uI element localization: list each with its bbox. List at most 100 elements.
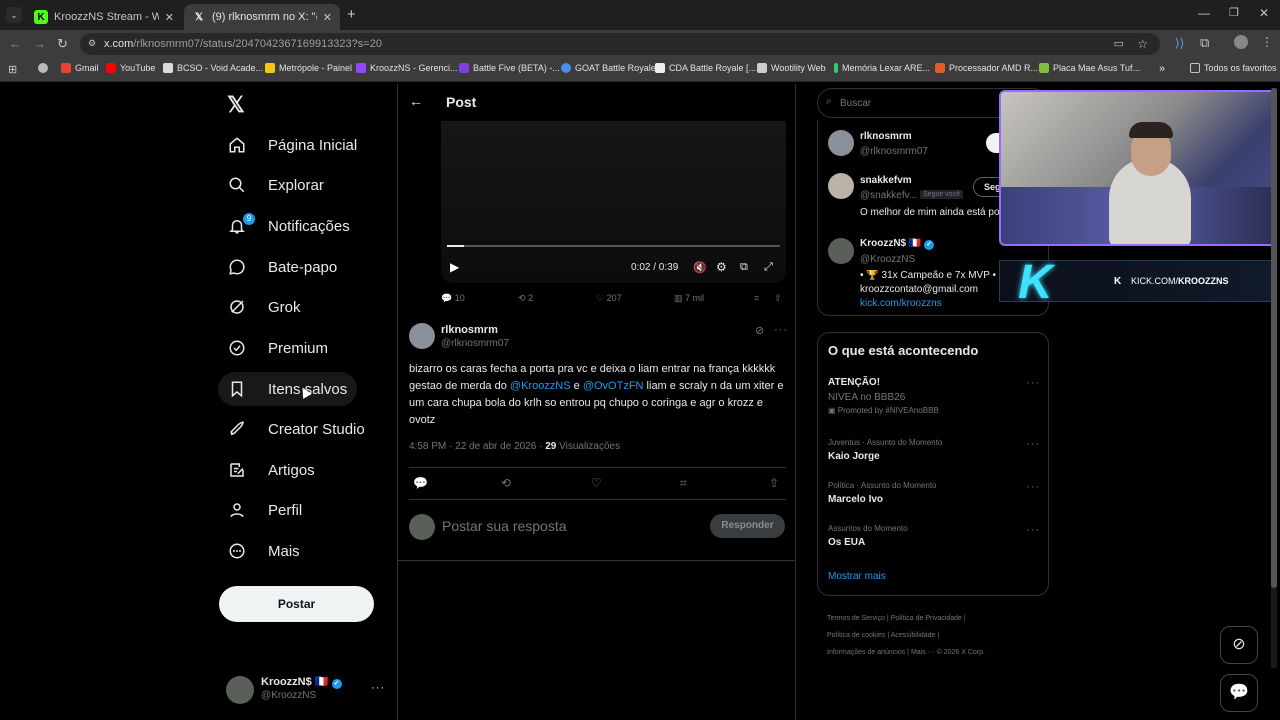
bookmark-icon[interactable]: ⌗ bbox=[680, 476, 687, 491]
nav-chat[interactable]: Bate-papo bbox=[218, 250, 347, 284]
scrollbar[interactable] bbox=[1271, 88, 1277, 668]
messages-floating-button[interactable]: 💬 bbox=[1220, 674, 1258, 712]
mention-link[interactable]: @OvOTzFN bbox=[583, 380, 644, 392]
footer-link[interactable]: Termos de Serviço bbox=[827, 615, 885, 622]
tab-x-post[interactable]: 𝕏 (9) rlknosmrm no X: "@snakkefv ✕ bbox=[184, 4, 340, 30]
bookmark-kroozzns[interactable]: KroozzNS - Gerenci... bbox=[356, 63, 458, 73]
bookmark-wootility[interactable]: Wootility Web bbox=[757, 63, 826, 73]
extension-icon[interactable]: ⟩⟩ bbox=[1175, 36, 1184, 50]
chrome-icon[interactable] bbox=[38, 63, 52, 73]
nav-bookmarks[interactable]: Itens salvos bbox=[218, 372, 358, 406]
fullscreen-icon[interactable]: ⤢ bbox=[764, 261, 773, 274]
avatar[interactable] bbox=[828, 130, 854, 156]
trend-more-icon[interactable]: ··· bbox=[1026, 377, 1040, 389]
extensions-puzzle-icon[interactable]: ⧉ bbox=[1200, 35, 1209, 51]
more-bookmarks-icon[interactable]: » bbox=[1159, 63, 1165, 75]
trend-more-icon[interactable]: ··· bbox=[1026, 438, 1040, 450]
cast-icon[interactable]: ▭ bbox=[1114, 37, 1124, 50]
more-options-icon[interactable]: ··· bbox=[774, 324, 788, 336]
profile-avatar-icon[interactable] bbox=[1234, 35, 1248, 49]
bookmark-youtube[interactable]: YouTube bbox=[106, 63, 155, 73]
close-tab-icon[interactable]: ✕ bbox=[165, 11, 174, 24]
tab-search-icon[interactable]: ⌄ bbox=[6, 7, 22, 23]
reply-icon[interactable]: 💬 bbox=[413, 476, 428, 490]
bookmark-asus[interactable]: Placa Mae Asus Tuf... bbox=[1039, 63, 1140, 73]
post-timestamp[interactable]: 4:58 PM · 22 de abr de 2026 · bbox=[409, 441, 545, 452]
footer-link[interactable]: Política de Privacidade bbox=[891, 615, 962, 622]
apps-grid-icon[interactable]: ⊞ bbox=[8, 63, 17, 76]
show-more-link[interactable]: Mostrar mais bbox=[828, 571, 886, 582]
reply-input[interactable]: Postar sua resposta bbox=[442, 518, 567, 534]
bookmark-star-icon[interactable]: ☆ bbox=[1137, 37, 1148, 51]
trend-item[interactable]: ATENÇÃO! NIVEA no BBB26 ▣ Promoted by #N… bbox=[828, 377, 1048, 415]
nav-home[interactable]: Página Inicial bbox=[218, 128, 367, 162]
settings-gear-icon[interactable]: ⚙ bbox=[716, 260, 727, 274]
trend-item[interactable]: Política · Assunto do Momento Marcelo Iv… bbox=[828, 481, 1048, 505]
reload-icon[interactable]: ↻ bbox=[57, 36, 68, 52]
user-link[interactable]: kick.com/kroozzns bbox=[860, 298, 942, 309]
scrollbar-thumb[interactable] bbox=[1271, 88, 1277, 588]
account-more-icon[interactable]: ··· bbox=[371, 682, 385, 694]
nav-articles[interactable]: Artigos bbox=[218, 453, 325, 487]
bookmark-lexar[interactable]: Memória Lexar ARE... bbox=[834, 63, 930, 73]
bookmark-goat[interactable]: GOAT Battle Royale bbox=[561, 63, 656, 73]
back-arrow-icon[interactable]: ← bbox=[409, 93, 423, 109]
reply-count-button[interactable]: 💬 10 bbox=[441, 293, 465, 304]
bookmark-bcso[interactable]: BCSO - Void Acade... bbox=[163, 63, 263, 73]
account-switcher[interactable]: KroozzN$ 🇫🇷 ✓ @KroozzNS ··· bbox=[226, 672, 386, 706]
trend-more-icon[interactable]: ··· bbox=[1026, 524, 1040, 536]
video-player[interactable]: ▶ 0:02 / 0:39 🔇 ⚙ ⧉ ⤢ bbox=[441, 121, 786, 283]
repost-icon[interactable]: ⟲ bbox=[501, 476, 511, 490]
trend-item[interactable]: Juventus · Assunto do Momento Kaio Jorge… bbox=[828, 438, 1048, 462]
author-name[interactable]: rlknosmrm bbox=[441, 324, 498, 336]
site-info-icon[interactable]: ⚙ bbox=[88, 38, 96, 49]
nav-notifications[interactable]: 9 Notificações bbox=[218, 209, 360, 243]
play-icon[interactable]: ▶ bbox=[450, 260, 459, 274]
tab-kick-stream[interactable]: K KroozzNS Stream - Watch Live o ✕ bbox=[26, 4, 182, 30]
footer-link[interactable]: Política de cookies bbox=[827, 632, 885, 639]
bookmark-icon[interactable]: ⌗ bbox=[754, 293, 759, 304]
author-handle[interactable]: @rlknosmrm07 bbox=[441, 338, 509, 349]
like-count-button[interactable]: ♡ 207 bbox=[596, 293, 622, 304]
bookmark-metropole[interactable]: Metrópole - Painel bbox=[265, 63, 352, 73]
restore-icon[interactable]: ❐ bbox=[1229, 6, 1239, 19]
close-tab-icon[interactable]: ✕ bbox=[323, 11, 332, 24]
new-tab-icon[interactable]: + bbox=[347, 6, 356, 23]
x-logo-icon[interactable]: 𝕏 bbox=[227, 92, 245, 118]
avatar[interactable] bbox=[828, 173, 854, 199]
user-name-row[interactable]: KroozzN$ 🇫🇷 ✓ bbox=[860, 238, 935, 250]
user-name[interactable]: rlknosmrm bbox=[860, 131, 912, 142]
grok-icon[interactable]: ⊘ bbox=[755, 324, 764, 337]
avatar[interactable] bbox=[409, 323, 435, 349]
footer-link[interactable]: Acessibilidade bbox=[891, 632, 936, 639]
mention-link[interactable]: @KroozzNS bbox=[510, 380, 571, 392]
video-progress-track[interactable] bbox=[447, 245, 780, 247]
grok-floating-button[interactable]: ⊘ bbox=[1220, 626, 1258, 664]
bookmark-gmail[interactable]: Gmail bbox=[61, 63, 99, 73]
forward-icon[interactable]: → bbox=[33, 36, 46, 51]
footer-link[interactable]: Mais ··· bbox=[911, 649, 935, 656]
pip-icon[interactable]: ⧉ bbox=[740, 261, 748, 274]
nav-premium[interactable]: Premium bbox=[218, 331, 338, 365]
close-window-icon[interactable]: ✕ bbox=[1259, 6, 1269, 20]
menu-dots-icon[interactable]: ⋮ bbox=[1261, 35, 1273, 49]
views-count-button[interactable]: ▥ 7 mil bbox=[674, 293, 704, 304]
bookmark-amd[interactable]: Processador AMD R... bbox=[935, 63, 1038, 73]
avatar[interactable] bbox=[828, 238, 854, 264]
reply-button[interactable]: Responder bbox=[710, 514, 785, 538]
nav-grok[interactable]: Grok bbox=[218, 290, 311, 324]
bookmark-cda[interactable]: CDA Battle Royale [... bbox=[655, 63, 756, 73]
all-favorites[interactable]: Todos os favoritos bbox=[1190, 63, 1277, 73]
share-icon[interactable]: ⇧ bbox=[774, 293, 782, 304]
user-name[interactable]: snakkefvm bbox=[860, 175, 912, 186]
trend-item[interactable]: Assuntos do Momento Os EUA ··· bbox=[828, 524, 1048, 548]
like-heart-icon[interactable]: ♡ bbox=[591, 476, 602, 490]
repost-count-button[interactable]: ⟲ 2 bbox=[518, 293, 533, 304]
post-button[interactable]: Postar bbox=[219, 586, 374, 622]
minimize-icon[interactable]: — bbox=[1198, 6, 1210, 20]
url-field[interactable]: ⚙ x.com/rlknosmrm07/status/2047042367169… bbox=[80, 33, 1160, 55]
nav-more[interactable]: Mais bbox=[218, 534, 310, 568]
footer-link[interactable]: Informações de anúncios bbox=[827, 649, 905, 656]
nav-explore[interactable]: Explorar bbox=[218, 168, 334, 202]
nav-profile[interactable]: Perfil bbox=[218, 493, 312, 527]
